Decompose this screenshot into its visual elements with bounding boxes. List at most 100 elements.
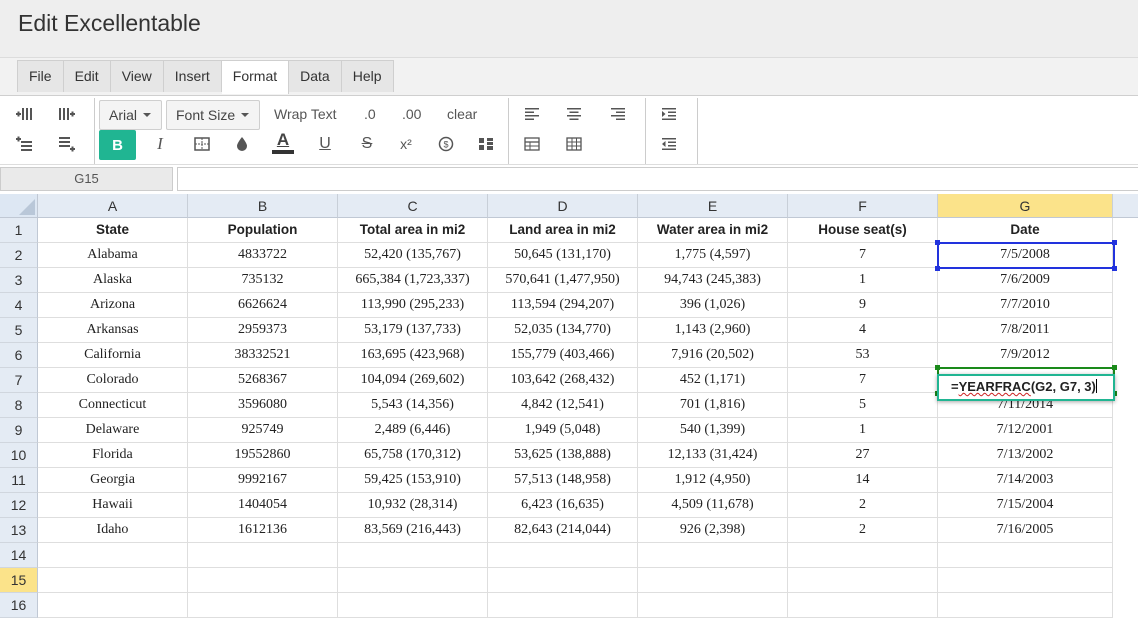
cell-d5[interactable]: 52,035 (134,770) [488,318,638,343]
cell-b5[interactable]: 2959373 [188,318,338,343]
cell-d10[interactable]: 53,625 (138,888) [488,443,638,468]
cell-c12[interactable]: 10,932 (28,314) [338,493,488,518]
row-header-8[interactable]: 8 [0,393,38,418]
cell-d1[interactable]: Land area in mi2 [488,218,638,243]
cell-f4[interactable]: 9 [788,293,938,318]
table-format-icon[interactable] [519,133,545,155]
column-header-f[interactable]: F [788,194,938,218]
cell-d2[interactable]: 50,645 (131,170) [488,243,638,268]
cell-f8[interactable]: 5 [788,393,938,418]
cell-b13[interactable]: 1612136 [188,518,338,543]
cell-reference-box[interactable]: G15 [0,167,173,191]
cell-e3[interactable]: 94,743 (245,383) [638,268,788,293]
cell-a12[interactable]: Hawaii [38,493,188,518]
cell-c10[interactable]: 65,758 (170,312) [338,443,488,468]
row-header-10[interactable]: 10 [0,443,38,468]
clear-format-button[interactable]: clear [447,106,477,122]
cell-a9[interactable]: Delaware [38,418,188,443]
cell-b15[interactable] [188,568,338,593]
cell-a16[interactable] [38,593,188,618]
row-header-16[interactable]: 16 [0,593,38,618]
cell-f6[interactable]: 53 [788,343,938,368]
cell-a11[interactable]: Georgia [38,468,188,493]
cell-e13[interactable]: 926 (2,398) [638,518,788,543]
bold-button[interactable]: B [99,130,136,160]
cell-e2[interactable]: 1,775 (4,597) [638,243,788,268]
column-header-d[interactable]: D [488,194,638,218]
cell-b2[interactable]: 4833722 [188,243,338,268]
cell-e4[interactable]: 396 (1,026) [638,293,788,318]
cell-e12[interactable]: 4,509 (11,678) [638,493,788,518]
cell-f9[interactable]: 1 [788,418,938,443]
cell-c9[interactable]: 2,489 (6,446) [338,418,488,443]
align-center-icon[interactable] [561,103,587,125]
cell-f12[interactable]: 2 [788,493,938,518]
fill-color-icon[interactable] [229,133,255,155]
cell-d14[interactable] [488,543,638,568]
font-size-select[interactable]: Font Size [166,100,260,130]
cell-d11[interactable]: 57,513 (148,958) [488,468,638,493]
row-header-1[interactable]: 1 [0,218,38,243]
select-all-corner[interactable] [0,194,38,218]
row-header-11[interactable]: 11 [0,468,38,493]
currency-icon[interactable]: $ [433,133,459,155]
cell-c3[interactable]: 665,384 (1,723,337) [338,268,488,293]
cell-b4[interactable]: 6626624 [188,293,338,318]
cell-a8[interactable]: Connecticut [38,393,188,418]
cell-b9[interactable]: 925749 [188,418,338,443]
cell-f13[interactable]: 2 [788,518,938,543]
cell-f7[interactable]: 7 [788,368,938,393]
merge-cells-icon[interactable] [473,133,499,155]
superscript-button[interactable]: x² [393,133,419,155]
cell-a4[interactable]: Arizona [38,293,188,318]
cell-g10[interactable]: 7/13/2002 [938,443,1113,468]
row-header-3[interactable]: 3 [0,268,38,293]
grid-icon[interactable] [561,133,587,155]
insert-row-below-icon[interactable] [54,133,80,155]
cell-e10[interactable]: 12,133 (31,424) [638,443,788,468]
column-header-b[interactable]: B [188,194,338,218]
cell-c2[interactable]: 52,420 (135,767) [338,243,488,268]
cell-e8[interactable]: 701 (1,816) [638,393,788,418]
cell-a1[interactable]: State [38,218,188,243]
cell-e14[interactable] [638,543,788,568]
cell-e16[interactable] [638,593,788,618]
menu-tab-edit[interactable]: Edit [64,61,111,92]
cell-g14[interactable] [938,543,1113,568]
cell-e5[interactable]: 1,143 (2,960) [638,318,788,343]
cell-c6[interactable]: 163,695 (423,968) [338,343,488,368]
cell-c16[interactable] [338,593,488,618]
cell-g1[interactable]: Date [938,218,1113,243]
cell-d15[interactable] [488,568,638,593]
row-header-13[interactable]: 13 [0,518,38,543]
cell-b14[interactable] [188,543,338,568]
cell-c11[interactable]: 59,425 (153,910) [338,468,488,493]
cell-c14[interactable] [338,543,488,568]
cell-f15[interactable] [788,568,938,593]
cell-d13[interactable]: 82,643 (214,044) [488,518,638,543]
cell-g6[interactable]: 7/9/2012 [938,343,1113,368]
cell-d7[interactable]: 103,642 (268,432) [488,368,638,393]
cell-e9[interactable]: 540 (1,399) [638,418,788,443]
cell-f16[interactable] [788,593,938,618]
row-header-9[interactable]: 9 [0,418,38,443]
cell-c13[interactable]: 83,569 (216,443) [338,518,488,543]
cell-d8[interactable]: 4,842 (12,541) [488,393,638,418]
cell-d16[interactable] [488,593,638,618]
cell-editor[interactable]: =YEARFRAC(G2, G7, 3) [937,374,1115,401]
increase-decimal-button[interactable]: .00 [402,106,421,122]
cell-f1[interactable]: House seat(s) [788,218,938,243]
align-right-icon[interactable] [605,103,631,125]
cell-a15[interactable] [38,568,188,593]
cell-d3[interactable]: 570,641 (1,477,950) [488,268,638,293]
cell-b7[interactable]: 5268367 [188,368,338,393]
cell-c8[interactable]: 5,543 (14,356) [338,393,488,418]
cell-d12[interactable]: 6,423 (16,635) [488,493,638,518]
cell-c7[interactable]: 104,094 (269,602) [338,368,488,393]
insert-column-left-icon[interactable] [11,103,37,125]
column-header-e[interactable]: E [638,194,788,218]
cell-g5[interactable]: 7/8/2011 [938,318,1113,343]
cell-g16[interactable] [938,593,1113,618]
cell-d9[interactable]: 1,949 (5,048) [488,418,638,443]
cell-a7[interactable]: Colorado [38,368,188,393]
